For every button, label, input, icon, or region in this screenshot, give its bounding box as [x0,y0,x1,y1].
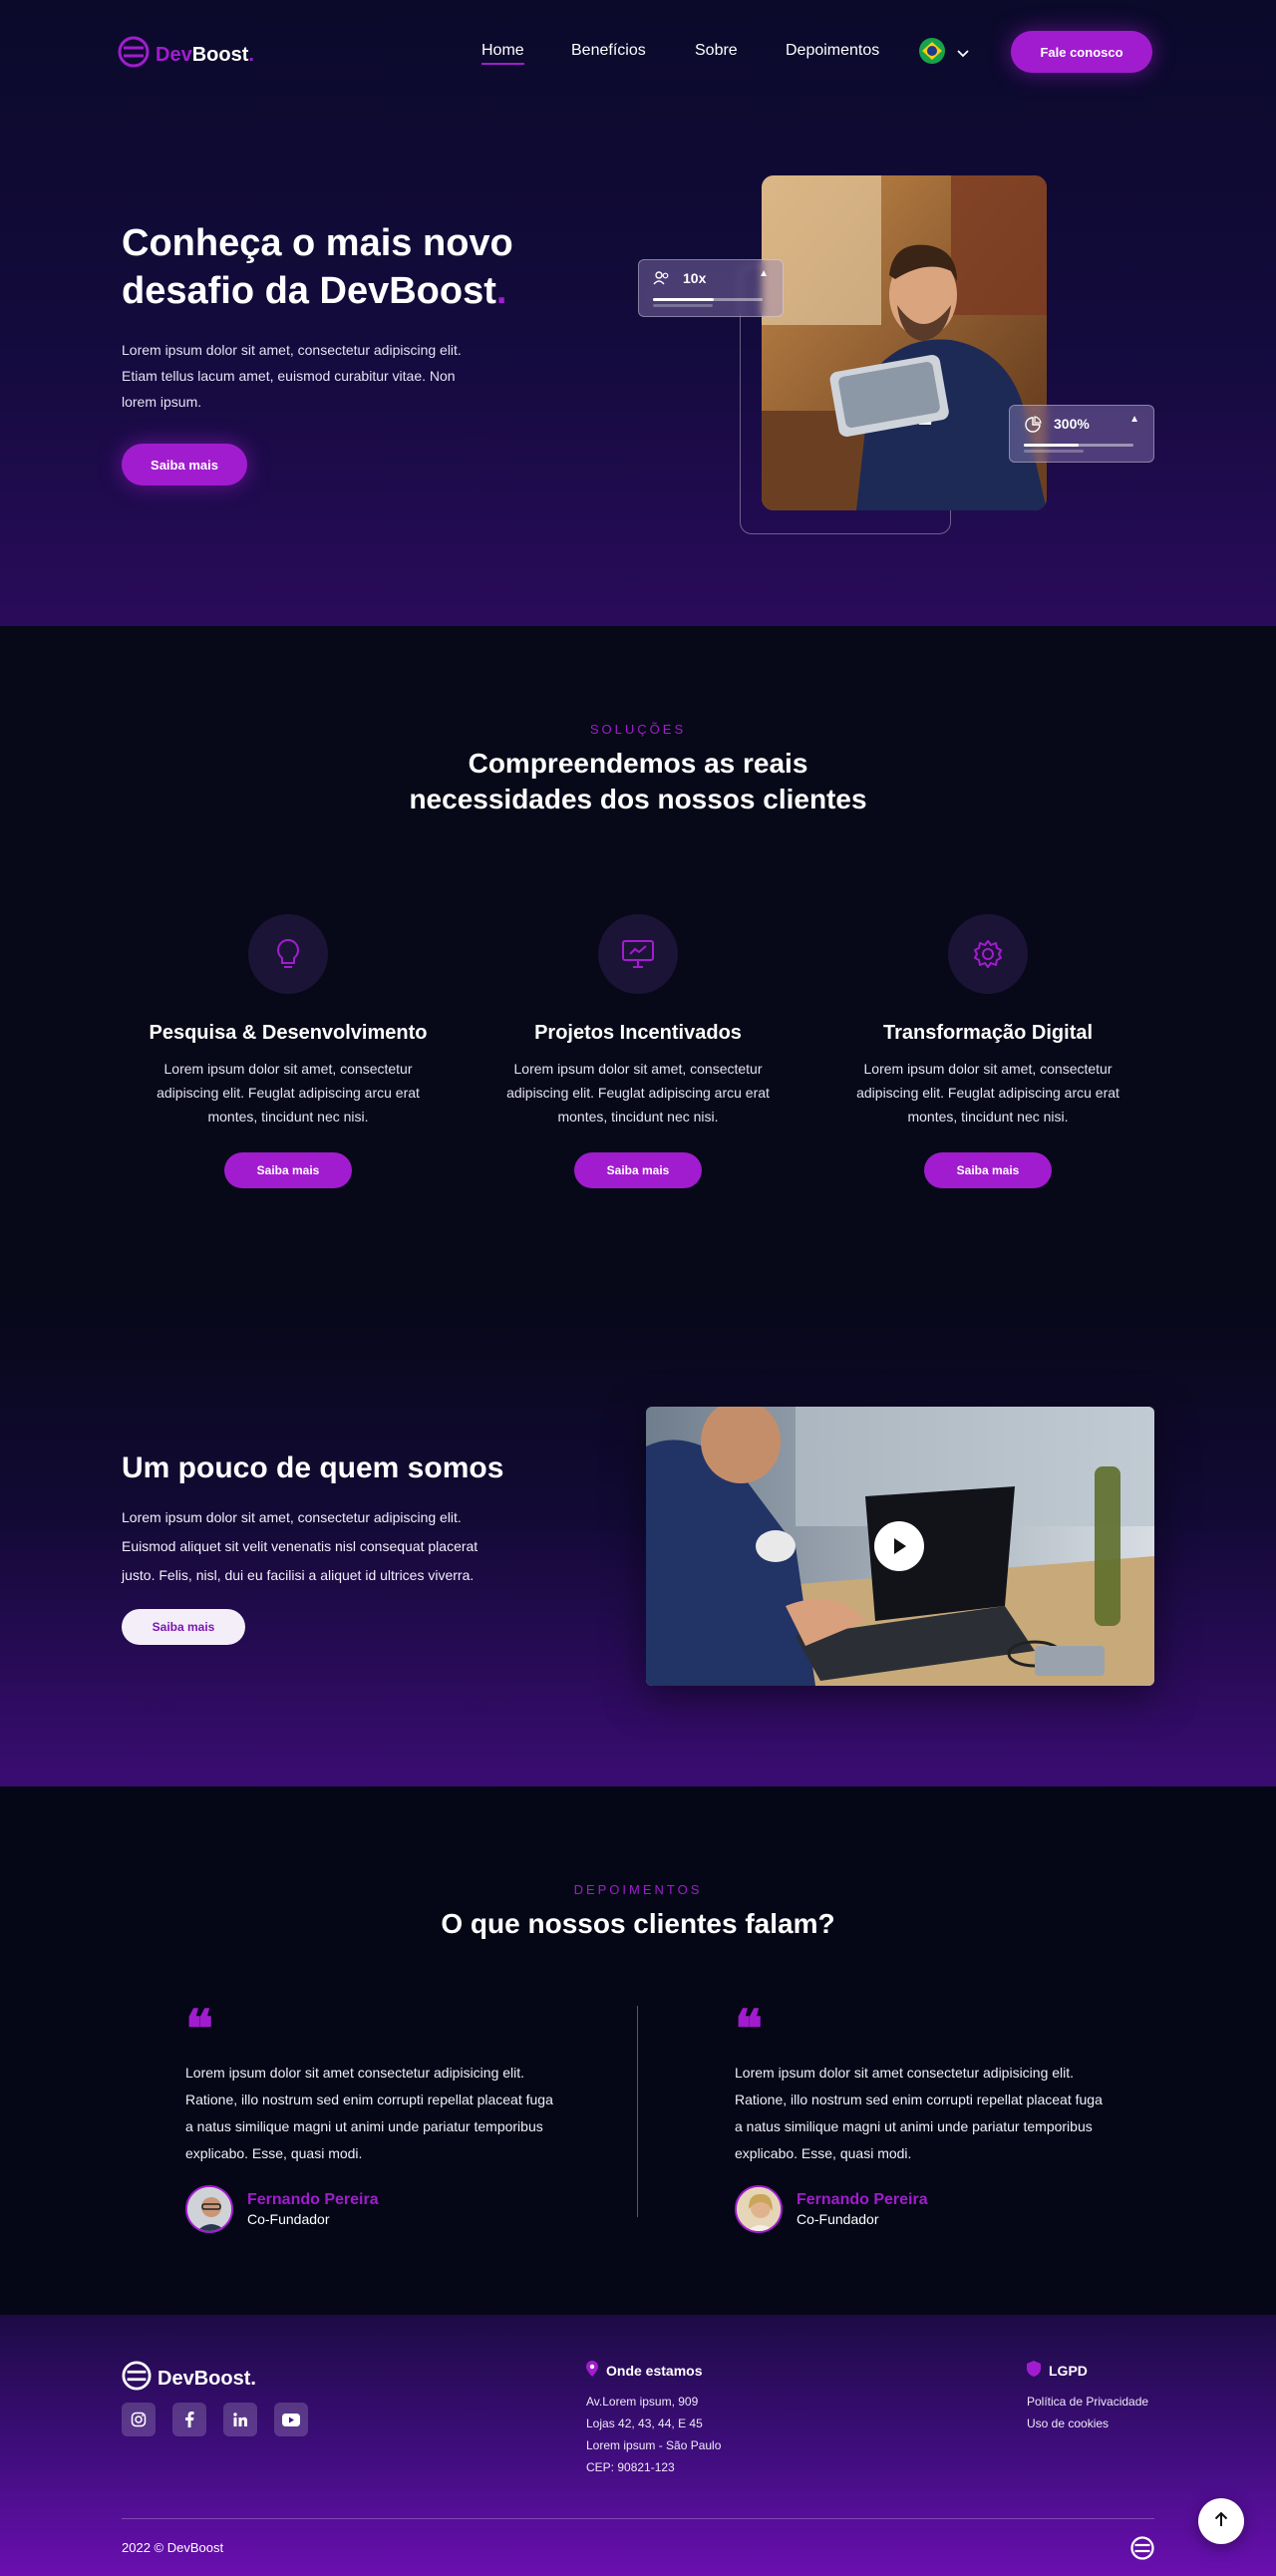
testimonials-section: DEPOIMENTOS O que nossos clientes falam?… [0,1786,1276,2315]
top-navigation: Dev Boost. Home Benefícios Sobre Depoimen… [0,0,1276,104]
solution-text: Lorem ipsum dolor sit amet, consectetur … [856,1061,1119,1125]
testimonial-text: Lorem ipsum dolor sit amet consectetur a… [735,2065,1103,2161]
stat-card-300: 300% ▲ [1009,405,1154,463]
about-cta-button[interactable]: Saiba mais [122,1609,245,1645]
hero-title: Conheça o mais novo desafio da DevBoost. [122,222,513,312]
author-role: Co-Fundador [247,2211,330,2227]
author-name: Fernando Pereira [247,2191,379,2208]
flag-brazil-icon [919,38,945,69]
arrow-up-icon [1214,2511,1228,2532]
author-role: Co-Fundador [797,2211,879,2227]
stat-value: 10x [683,270,707,286]
testimonials-eyebrow: DEPOIMENTOS [573,1882,703,1897]
nav-home[interactable]: Home [481,42,524,65]
cookies-link[interactable]: Uso de cookies [1027,2416,1109,2430]
address-line: Av.Lorem ipsum, 909 [586,2395,699,2409]
contact-button[interactable]: Fale conosco [1011,31,1152,73]
about-title: Um pouco de quem somos [122,1451,504,1484]
avatar [735,2185,783,2233]
gear-icon [948,914,1028,994]
nav-sobre[interactable]: Sobre [695,42,738,60]
stat-value: 300% [1054,416,1090,432]
address-line: Lojas 42, 43, 44, E 45 [586,2416,703,2430]
devboost-logo-icon [122,2361,152,2397]
users-icon [653,270,671,289]
solution-title: Projetos Incentivados [534,1022,742,1044]
footer-divider [122,2518,1154,2519]
stat-progress-bar [1024,444,1079,447]
scroll-to-top-button[interactable] [1198,2498,1244,2544]
lightbulb-icon [248,914,328,994]
about-video[interactable] [646,1407,1154,1686]
solution-cta-button[interactable]: Saiba mais [224,1152,352,1188]
caret-up-icon: ▲ [759,268,769,279]
about-text: Lorem ipsum dolor sit amet, consectetur … [122,1509,478,1583]
address-line: Lorem ipsum - São Paulo [586,2438,722,2452]
monitor-icon [598,914,678,994]
solutions-eyebrow: SOLUÇÕES [589,722,687,737]
testimonial-author: Fernando Pereira Co-Fundador [185,2185,564,2233]
solution-cta-button[interactable]: Saiba mais [924,1152,1052,1188]
solutions-section: SOLUÇÕES Compreendemos as reais necessida… [0,626,1276,1296]
testimonial-text: Lorem ipsum dolor sit amet consectetur a… [185,2065,553,2161]
solutions-title: Compreendemos as reais necessidades dos n… [409,748,867,814]
privacy-policy-link[interactable]: Política de Privacidade [1027,2395,1148,2409]
hero-cta-button[interactable]: Saiba mais [122,444,247,485]
solution-title: Transformação Digital [882,1022,1094,1044]
copyright: 2022 © DevBoost [122,2540,224,2555]
hero-lead: Lorem ipsum dolor sit amet, consectetur … [122,342,462,410]
solution-card: Transformação Digital Lorem ipsum dolor … [838,914,1137,1188]
solution-text: Lorem ipsum dolor sit amet, consectetur … [157,1061,420,1125]
testimonials-title: O que nossos clientes falam? [441,1908,835,1939]
testimonial-author: Fernando Pereira Co-Fundador [735,2185,1114,2233]
avatar [185,2185,233,2233]
brand-logo[interactable]: Dev Boost. [118,36,254,74]
solution-cta-button[interactable]: Saiba mais [574,1152,702,1188]
quote-icon: ❝ [185,1999,213,2060]
solution-card: Pesquisa & Desenvolvimento Lorem ipsum d… [139,914,438,1188]
pie-chart-icon [1024,416,1042,439]
devboost-logo-icon [1130,2536,1154,2565]
address-line: CEP: 90821-123 [586,2460,675,2474]
caret-up-icon: ▲ [1129,414,1139,425]
nav-beneficios[interactable]: Benefícios [571,42,646,60]
author-name: Fernando Pereira [797,2191,928,2208]
play-icon[interactable] [874,1521,924,1571]
solution-text: Lorem ipsum dolor sit amet, consectetur … [506,1061,770,1125]
map-pin-icon [586,2361,598,2380]
devboost-logo-icon [118,36,150,74]
facebook-icon[interactable] [172,2403,206,2436]
stat-progress-bar [653,298,714,301]
nav-depoimentos[interactable]: Depoimentos [786,42,879,60]
instagram-icon[interactable] [122,2403,156,2436]
linkedin-icon[interactable] [223,2403,257,2436]
chevron-down-icon [957,45,969,63]
location-heading: Onde estamos [586,2361,702,2380]
youtube-icon[interactable] [274,2403,308,2436]
stat-card-10x: 10x ▲ [638,259,784,317]
quote-icon: ❝ [735,1999,763,2060]
lgpd-heading: LGPD [1027,2361,1088,2380]
about-section: Um pouco de quem somos Lorem ipsum dolor… [0,1296,1276,1786]
testimonial-card: ❝ Lorem ipsum dolor sit amet consectetur… [735,1999,1114,2233]
hero-photo-businessman [762,175,1047,510]
solution-title: Pesquisa & Desenvolvimento [149,1022,428,1044]
shield-icon [1027,2361,1041,2380]
solution-card: Projetos Incentivados Lorem ipsum dolor … [488,914,788,1188]
footer-logo[interactable]: DevBoost. [122,2361,256,2397]
footer: DevBoost. Onde estamos Av.Lorem ipsum, 9… [0,2315,1276,2576]
testimonial-card: ❝ Lorem ipsum dolor sit amet consectetur… [185,1999,564,2233]
language-selector[interactable] [919,38,969,69]
testimonials-divider [637,2006,638,2217]
